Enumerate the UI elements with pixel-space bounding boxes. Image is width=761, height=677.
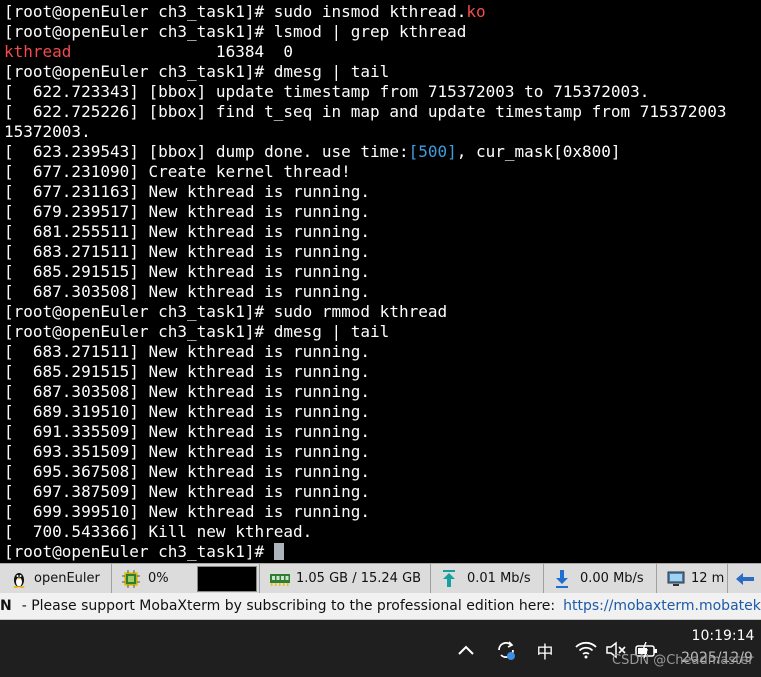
terminal-text: [ 695.367508] New kthread is running. bbox=[4, 462, 371, 481]
terminal-line: [ 693.351509] New kthread is running. bbox=[4, 442, 370, 462]
terminal-output[interactable]: [root@openEuler ch3_task1]# sudo insmod … bbox=[0, 0, 761, 563]
terminal-text: [ 677.231090] Create kernel thread! bbox=[4, 162, 351, 181]
terminal-line: [ 623.239543] [bbox] dump done. use time… bbox=[4, 142, 621, 162]
host-segment[interactable]: openEuler bbox=[0, 564, 112, 593]
terminal-line: [root@openEuler ch3_task1]# dmesg | tail bbox=[4, 322, 389, 342]
upload-arrow-icon bbox=[443, 569, 455, 587]
terminal-line: [ 695.367508] New kthread is running. bbox=[4, 462, 370, 482]
terminal-line: [ 683.271511] New kthread is running. bbox=[4, 242, 370, 262]
terminal-line: [ 687.303508] New kthread is running. bbox=[4, 282, 370, 302]
cpu-graph bbox=[197, 566, 257, 592]
status-bar: openEuler 0% 1.05 GB / 15.24 GB 0.01 Mb/… bbox=[0, 563, 761, 593]
terminal-text: [ 677.231163] New kthread is running. bbox=[4, 182, 371, 201]
terminal-line: [ 685.291515] New kthread is running. bbox=[4, 262, 370, 282]
uptime-segment[interactable]: 12 m bbox=[657, 564, 727, 593]
terminal-line: [ 622.725226] [bbox] find t_seq in map a… bbox=[4, 102, 726, 122]
terminal-text: [ 699.399510] New kthread is running. bbox=[4, 502, 371, 521]
terminal-line: [ 691.335509] New kthread is running. bbox=[4, 422, 370, 442]
download-arrow-icon bbox=[556, 569, 568, 588]
terminal-text: [root@openEuler ch3_task1]# sudo insmod … bbox=[4, 2, 467, 21]
terminal-text: [ 622.723343] [bbox] update timestamp fr… bbox=[4, 82, 650, 101]
terminal-text: [root@openEuler ch3_task1]# dmesg | tail bbox=[4, 322, 390, 341]
terminal-text: ko bbox=[466, 2, 486, 21]
mobaxterm-link[interactable]: https://mobaxterm.mobatek.net bbox=[563, 598, 761, 614]
terminal-text: [ 700.543366] Kill new kthread. bbox=[4, 522, 313, 541]
terminal-text: [ 683.271511] New kthread is running. bbox=[4, 242, 371, 261]
download-segment[interactable]: 0.00 Mb/s bbox=[544, 564, 657, 593]
memory-usage: 1.05 GB / 15.24 GB bbox=[296, 571, 422, 586]
terminal-line: [ 677.231163] New kthread is running. bbox=[4, 182, 370, 202]
terminal-text: [ 689.319510] New kthread is running. bbox=[4, 402, 371, 421]
wifi-tray-button[interactable] bbox=[573, 638, 599, 662]
input-method-indicator[interactable]: 中 bbox=[533, 638, 557, 663]
terminal-line: [ 677.231090] Create kernel thread! bbox=[4, 162, 351, 182]
upload-segment[interactable]: 0.01 Mb/s bbox=[431, 564, 544, 593]
terminal-line: [ 685.291515] New kthread is running. bbox=[4, 362, 370, 382]
terminal-line: [root@openEuler ch3_task1]# bbox=[4, 542, 284, 562]
terminal-line: [ 683.271511] New kthread is running. bbox=[4, 342, 370, 362]
uptime-value: 12 m bbox=[691, 571, 725, 586]
terminal-text: [root@openEuler ch3_task1]# sudo rmmod k… bbox=[4, 302, 448, 321]
terminal-text: [ 687.303508] New kthread is running. bbox=[4, 382, 371, 401]
terminal-line: [ 699.399510] New kthread is running. bbox=[4, 502, 370, 522]
terminal-cursor bbox=[273, 543, 284, 560]
clock-time[interactable]: 10:19:14 bbox=[688, 628, 758, 644]
terminal-text: [ 681.255511] New kthread is running. bbox=[4, 222, 371, 241]
terminal-line: [root@openEuler ch3_task1]# dmesg | tail bbox=[4, 62, 389, 82]
terminal-line: [root@openEuler ch3_task1]# sudo rmmod k… bbox=[4, 302, 447, 322]
cpu-usage: 0% bbox=[148, 571, 169, 586]
wifi-icon bbox=[575, 641, 597, 659]
memory-ram-icon bbox=[270, 573, 290, 586]
terminal-text: [root@openEuler ch3_task1]# bbox=[4, 542, 274, 561]
terminal-line: [ 697.387509] New kthread is running. bbox=[4, 482, 370, 502]
sync-icon bbox=[498, 641, 515, 660]
terminal-text: [ 623.239543] [bbox] dump done. use time… bbox=[4, 142, 409, 161]
terminal-line: [ 681.255511] New kthread is running. bbox=[4, 222, 370, 242]
terminal-text: [ 693.351509] New kthread is running. bbox=[4, 442, 371, 461]
host-name: openEuler bbox=[34, 571, 100, 586]
terminal-text: [root@openEuler ch3_task1]# lsmod | grep… bbox=[4, 22, 467, 41]
terminal-text: 16384 0 bbox=[71, 42, 293, 61]
terminal-line: [ 687.303508] New kthread is running. bbox=[4, 382, 370, 402]
csdn-watermark: CSDN @Cheadmaster bbox=[612, 653, 754, 668]
monitor-icon bbox=[667, 571, 685, 586]
terminal-line: [ 622.723343] [bbox] update timestamp fr… bbox=[4, 82, 649, 102]
terminal-line: 15372003. bbox=[4, 122, 91, 142]
notice-text: - Please support MobaXterm by subscribin… bbox=[21, 598, 556, 614]
terminal-text: [500] bbox=[408, 142, 457, 161]
terminal-text: [ 685.291515] New kthread is running. bbox=[4, 362, 371, 381]
memory-segment[interactable]: 1.05 GB / 15.24 GB bbox=[260, 564, 431, 593]
statusbar-scroll-button[interactable] bbox=[727, 564, 761, 593]
arrow-left-icon bbox=[735, 572, 754, 585]
terminal-text: kthread bbox=[4, 42, 72, 61]
terminal-line: kthread 16384 0 bbox=[4, 42, 293, 62]
terminal-text: [ 679.239517] New kthread is running. bbox=[4, 202, 371, 221]
notice-prefix: N bbox=[0, 598, 12, 614]
terminal-text: [ 697.387509] New kthread is running. bbox=[4, 482, 371, 501]
terminal-text: 15372003. bbox=[4, 122, 91, 141]
terminal-text: [ 687.303508] New kthread is running. bbox=[4, 282, 371, 301]
cpu-chip-icon bbox=[122, 569, 140, 588]
terminal-line: [ 700.543366] Kill new kthread. bbox=[4, 522, 312, 542]
download-speed: 0.00 Mb/s bbox=[580, 571, 644, 586]
windows-taskbar: 中 bbox=[0, 620, 761, 677]
linux-penguin-icon bbox=[13, 572, 25, 588]
cpu-segment[interactable]: 0% bbox=[112, 564, 260, 593]
terminal-line: [root@openEuler ch3_task1]# sudo insmod … bbox=[4, 2, 486, 22]
terminal-text: [ 685.291515] New kthread is running. bbox=[4, 262, 371, 281]
terminal-text: [ 622.725226] [bbox] find t_seq in map a… bbox=[4, 102, 727, 121]
sync-tray-button[interactable] bbox=[493, 638, 519, 662]
terminal-line: [ 679.239517] New kthread is running. bbox=[4, 202, 370, 222]
terminal-text: [ 691.335509] New kthread is running. bbox=[4, 422, 371, 441]
chevron-up-icon bbox=[458, 645, 474, 655]
terminal-line: [root@openEuler ch3_task1]# lsmod | grep… bbox=[4, 22, 466, 42]
upload-speed: 0.01 Mb/s bbox=[467, 571, 531, 586]
show-hidden-icons-button[interactable] bbox=[454, 638, 478, 662]
terminal-text: [root@openEuler ch3_task1]# dmesg | tail bbox=[4, 62, 390, 81]
terminal-text: , cur_mask[0x800] bbox=[456, 142, 621, 161]
terminal-line: [ 689.319510] New kthread is running. bbox=[4, 402, 370, 422]
subscription-notice: N - Please support MobaXterm by subscrib… bbox=[0, 593, 761, 620]
terminal-text: [ 683.271511] New kthread is running. bbox=[4, 342, 371, 361]
